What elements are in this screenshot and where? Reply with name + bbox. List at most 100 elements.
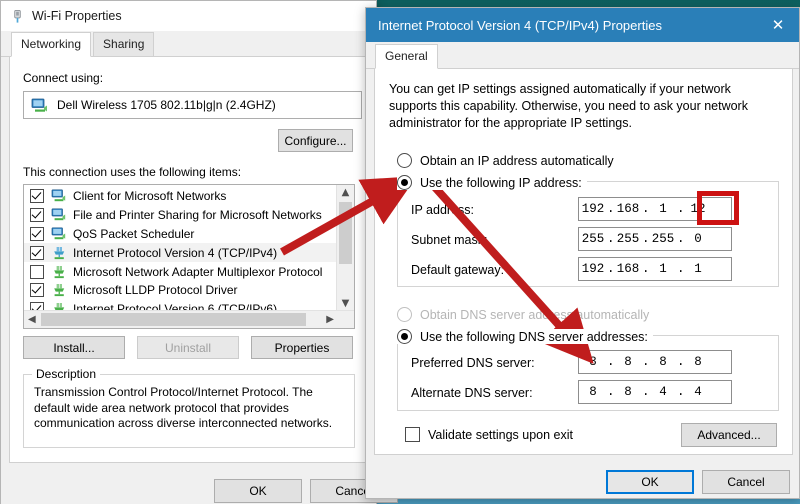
octet-2[interactable]: 8 <box>614 355 642 369</box>
octet-1[interactable]: 8 <box>579 355 607 369</box>
octet-4[interactable]: 1 <box>684 262 712 276</box>
item-checkbox[interactable] <box>30 226 44 241</box>
list-item[interactable]: Client for Microsoft Networks <box>24 187 354 206</box>
alternate-dns-label: Alternate DNS server: <box>411 386 533 400</box>
subnet-mask-label: Subnet mask: <box>411 233 488 247</box>
ip-last-octet-highlight <box>697 191 739 225</box>
item-checkbox[interactable] <box>30 283 44 298</box>
octet-1[interactable]: 192 <box>579 262 607 276</box>
validate-label: Validate settings upon exit <box>428 427 574 442</box>
wifi-ok-button[interactable]: OK <box>214 479 302 503</box>
tab-general[interactable]: General <box>375 44 438 69</box>
list-horizontal-scrollbar[interactable]: ◀ ▶ <box>24 310 354 328</box>
radio-button[interactable] <box>397 153 412 168</box>
monitor-icon <box>51 208 66 221</box>
chevron-down-icon[interactable]: ▼ <box>342 298 350 309</box>
octet-2[interactable]: 168 <box>614 262 642 276</box>
octet-separator: . <box>677 232 685 246</box>
configure-button[interactable]: Configure... <box>278 129 353 152</box>
alternate-dns-input[interactable]: 8 . 8 . 4 . 4 <box>578 380 732 404</box>
uninstall-button: Uninstall <box>137 336 239 359</box>
octet-separator: . <box>642 262 650 276</box>
item-checkbox[interactable] <box>30 264 44 279</box>
octet-4[interactable]: 8 <box>684 355 712 369</box>
validate-settings-row[interactable]: Validate settings upon exit <box>405 427 573 442</box>
adapter-combobox[interactable]: Dell Wireless 1705 802.11b|g|n (2.4GHZ) <box>23 91 362 119</box>
list-item-ipv4[interactable]: Internet Protocol Version 4 (TCP/IPv4) <box>24 243 354 263</box>
validate-checkbox[interactable] <box>405 427 420 442</box>
items-label: This connection uses the following items… <box>23 165 242 179</box>
chevron-up-icon[interactable]: ▲ <box>342 187 350 198</box>
list-vertical-scrollbar[interactable]: ▲ ▼ <box>336 185 354 328</box>
monitor-icon <box>31 98 47 112</box>
item-checkbox[interactable] <box>30 189 44 204</box>
list-item[interactable]: Microsoft LLDP Protocol Driver <box>24 281 354 300</box>
protocol-icon <box>54 265 65 278</box>
octet-1[interactable]: 255 <box>579 232 607 246</box>
advanced-button[interactable]: Advanced... <box>681 423 777 447</box>
item-label: Microsoft LLDP Protocol Driver <box>73 283 238 298</box>
list-item[interactable]: File and Printer Sharing for Microsoft N… <box>24 206 354 225</box>
octet-2[interactable]: 8 <box>614 385 642 399</box>
octet-4[interactable]: 0 <box>684 232 712 246</box>
octet-separator: . <box>677 262 685 276</box>
monitor-icon <box>51 227 66 240</box>
chevron-right-icon[interactable]: ▶ <box>326 314 334 325</box>
octet-2[interactable]: 168 <box>614 202 642 216</box>
tab-sharing[interactable]: Sharing <box>93 32 155 56</box>
dialog-tabstrip: General <box>366 42 799 69</box>
octet-separator: . <box>642 385 650 399</box>
properties-button[interactable]: Properties <box>251 336 353 359</box>
default-gateway-input[interactable]: 192 . 168 . 1 . 1 <box>578 257 732 281</box>
radio-obtain-ip-auto[interactable]: Obtain an IP address automatically <box>397 153 614 168</box>
default-gateway-row: Default gateway: <box>411 261 504 279</box>
radio-label: Use the following DNS server addresses: <box>420 329 648 344</box>
dialog-ok-button[interactable]: OK <box>606 470 694 494</box>
subnet-mask-row: Subnet mask: <box>411 231 487 249</box>
tab-networking[interactable]: Networking <box>11 32 92 57</box>
octet-1[interactable]: 192 <box>579 202 607 216</box>
octet-2[interactable]: 255 <box>614 232 642 246</box>
octet-3[interactable]: 4 <box>649 385 677 399</box>
octet-separator: . <box>677 385 685 399</box>
radio-use-following-dns[interactable]: Use the following DNS server addresses: <box>397 329 653 344</box>
chevron-left-icon[interactable]: ◀ <box>28 314 36 325</box>
octet-3[interactable]: 8 <box>649 355 677 369</box>
octet-separator: . <box>607 262 615 276</box>
radio-label: Use the following IP address: <box>420 175 582 190</box>
preferred-dns-label: Preferred DNS server: <box>411 356 535 370</box>
radio-use-following-ip[interactable]: Use the following IP address: <box>397 175 587 190</box>
radio-label: Obtain an IP address automatically <box>420 153 614 168</box>
networking-pane: Connect using: Dell Wireless 1705 802.11… <box>9 57 368 463</box>
network-items-list[interactable]: Client for Microsoft Networks File and P… <box>23 184 355 329</box>
horizontal-scroll-thumb[interactable] <box>41 313 306 326</box>
octet-3[interactable]: 1 <box>649 202 677 216</box>
item-checkbox[interactable] <box>30 208 44 223</box>
octet-3[interactable]: 255 <box>649 232 677 246</box>
octet-1[interactable]: 8 <box>579 385 607 399</box>
alternate-dns-row: Alternate DNS server: <box>411 384 533 402</box>
preferred-dns-input[interactable]: 8 . 8 . 8 . 8 <box>578 350 732 374</box>
item-checkbox[interactable] <box>30 245 44 260</box>
item-label: Microsoft Network Adapter Multiplexor Pr… <box>73 264 323 279</box>
radio-button[interactable] <box>397 329 412 344</box>
item-label: Client for Microsoft Networks <box>73 189 227 204</box>
radio-button[interactable] <box>397 175 412 190</box>
general-pane: You can get IP settings assigned automat… <box>374 69 793 455</box>
octet-separator: . <box>642 355 650 369</box>
octet-3[interactable]: 1 <box>649 262 677 276</box>
octet-separator: . <box>607 385 615 399</box>
octet-separator: . <box>607 232 615 246</box>
subnet-mask-input[interactable]: 255 . 255 . 255 . 0 <box>578 227 732 251</box>
description-title: Description <box>32 367 101 381</box>
adapter-name: Dell Wireless 1705 802.11b|g|n (2.4GHZ) <box>57 98 276 112</box>
list-item[interactable]: QoS Packet Scheduler <box>24 225 354 244</box>
vertical-scroll-thumb[interactable] <box>339 202 352 264</box>
install-button[interactable]: Install... <box>23 336 125 359</box>
dialog-title-text: Internet Protocol Version 4 (TCP/IPv4) P… <box>378 17 662 33</box>
list-item[interactable]: Microsoft Network Adapter Multiplexor Pr… <box>24 262 354 281</box>
radio-obtain-dns-auto: Obtain DNS server address automatically <box>397 307 649 322</box>
dialog-cancel-button[interactable]: Cancel <box>702 470 790 494</box>
octet-4[interactable]: 4 <box>684 385 712 399</box>
close-icon[interactable]: ✕ <box>757 8 799 42</box>
